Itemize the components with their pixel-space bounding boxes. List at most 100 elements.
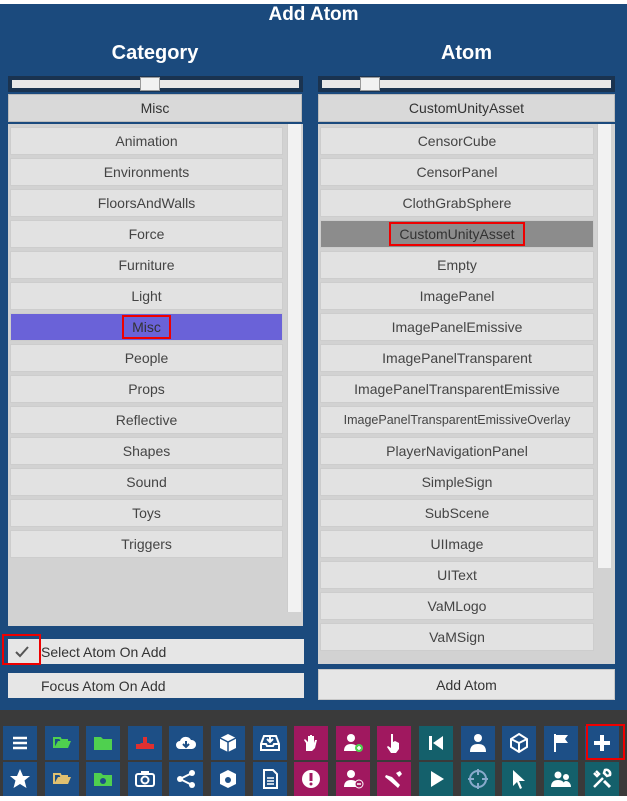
skip-back-icon[interactable] xyxy=(419,726,453,760)
save-scene-icon[interactable] xyxy=(127,726,162,760)
atom-item-label: ImagePanelTransparentEmissive xyxy=(354,381,560,397)
atom-item[interactable]: CensorCube xyxy=(320,127,594,155)
package-settings-icon[interactable] xyxy=(211,762,245,796)
flag-icon[interactable] xyxy=(543,726,578,760)
highlight-checkbox xyxy=(2,634,41,665)
checkbox[interactable] xyxy=(8,673,36,698)
inbox-icon[interactable] xyxy=(252,726,287,760)
category-item-label: FloorsAndWalls xyxy=(97,195,196,211)
category-item[interactable]: Furniture xyxy=(10,251,283,279)
category-item[interactable]: FloorsAndWalls xyxy=(10,189,283,217)
atom-item-label: ImagePanelTransparent xyxy=(382,350,532,366)
toolbar-row-2 xyxy=(0,762,627,801)
category-selected-field[interactable]: Misc xyxy=(8,94,302,122)
atom-item-label: UIText xyxy=(437,567,477,583)
atom-scrollbar[interactable] xyxy=(597,124,611,568)
atom-item[interactable]: ImagePanelTransparentEmissive xyxy=(320,375,594,403)
atom-item-label: ImagePanelTransparentEmissiveOverlay xyxy=(343,413,571,427)
package-icon[interactable] xyxy=(211,726,245,760)
person-icon[interactable] xyxy=(460,726,495,760)
atom-item[interactable]: VaMLogo xyxy=(320,592,594,620)
remove-person-icon[interactable] xyxy=(335,762,370,796)
category-item-label: Force xyxy=(128,226,165,242)
atom-item[interactable]: ClothGrabSphere xyxy=(320,189,594,217)
atom-item-label: CensorCube xyxy=(417,133,497,149)
alert-icon[interactable] xyxy=(294,762,329,796)
category-item[interactable]: People xyxy=(10,344,283,372)
dialog-title: Add Atom xyxy=(268,4,359,25)
cloud-download-icon[interactable] xyxy=(169,726,204,760)
atom-selected-field[interactable]: CustomUnityAsset xyxy=(318,94,615,122)
unity-icon[interactable] xyxy=(502,726,537,760)
category-item[interactable]: Shapes xyxy=(10,437,283,465)
atom-item[interactable]: ImagePanelTransparent xyxy=(320,344,594,372)
slider-knob[interactable] xyxy=(360,77,380,91)
category-item[interactable]: Force xyxy=(10,220,283,248)
category-scrollbar[interactable] xyxy=(287,124,301,612)
menu-icon[interactable] xyxy=(3,726,37,760)
focus-atom-on-add-label: Focus Atom On Add xyxy=(41,677,166,694)
category-item-label: Environments xyxy=(103,164,190,180)
focus-atom-on-add-toggle[interactable]: Focus Atom On Add xyxy=(8,673,304,698)
hand-icon[interactable] xyxy=(294,726,329,760)
atom-item[interactable]: Empty xyxy=(320,251,594,279)
category-item[interactable]: Misc xyxy=(10,313,283,341)
atom-item[interactable]: ImagePanelEmissive xyxy=(320,313,594,341)
category-header: Category xyxy=(111,42,199,64)
atom-item-label: ImagePanelEmissive xyxy=(391,319,523,335)
camera-icon[interactable] xyxy=(127,762,162,796)
atom-item[interactable]: UIText xyxy=(320,561,594,589)
folder-icon[interactable] xyxy=(86,726,121,760)
category-item[interactable]: Triggers xyxy=(10,530,283,558)
atom-item[interactable]: PlayerNavigationPanel xyxy=(320,437,594,465)
atom-filter-slider[interactable] xyxy=(318,76,615,92)
category-item-label: Props xyxy=(128,381,165,397)
add-person-icon[interactable] xyxy=(335,726,370,760)
atom-item-label: SubScene xyxy=(424,505,490,521)
cursor-icon[interactable] xyxy=(502,762,537,796)
star-icon[interactable] xyxy=(3,762,37,796)
people-icon[interactable] xyxy=(543,762,578,796)
open-scene-icon[interactable] xyxy=(44,726,79,760)
atom-list: CensorCube CensorPanel ClothGrabSphere Cust… xyxy=(318,124,615,664)
atom-item[interactable]: UIImage xyxy=(320,530,594,558)
atom-item-label: PlayerNavigationPanel xyxy=(386,443,528,459)
atom-item-label: ImagePanel xyxy=(419,288,495,304)
pointer-hand-icon[interactable] xyxy=(377,726,412,760)
play-icon[interactable] xyxy=(419,762,453,796)
slider-knob[interactable] xyxy=(140,77,160,91)
grab-icon[interactable] xyxy=(377,762,412,796)
category-item[interactable]: Toys xyxy=(10,499,283,527)
atom-item-label: SimpleSign xyxy=(421,474,493,490)
folder-settings-icon[interactable] xyxy=(86,762,121,796)
select-atom-on-add-toggle[interactable]: Select Atom On Add xyxy=(8,639,304,664)
category-item[interactable]: Light xyxy=(10,282,283,310)
tools-icon[interactable] xyxy=(585,762,620,796)
highlight-add-atom-icon xyxy=(586,724,625,760)
atom-item[interactable]: SimpleSign xyxy=(320,468,594,496)
atom-item[interactable]: ImagePanelTransparentEmissiveOverlay xyxy=(320,406,594,434)
atom-item-label: VaMLogo xyxy=(427,598,487,614)
atom-item[interactable]: ImagePanel xyxy=(320,282,594,310)
share-icon[interactable] xyxy=(169,762,204,796)
document-icon[interactable] xyxy=(252,762,287,796)
atom-item[interactable]: CensorPanel xyxy=(320,158,594,186)
atom-item[interactable]: SubScene xyxy=(320,499,594,527)
category-item-label: Reflective xyxy=(115,412,178,428)
category-item[interactable]: Animation xyxy=(10,127,283,155)
atom-item[interactable]: CustomUnityAsset xyxy=(320,220,594,248)
atom-item[interactable]: VaMSign xyxy=(320,623,594,651)
category-item[interactable]: Environments xyxy=(10,158,283,186)
category-filter-slider[interactable] xyxy=(8,76,303,92)
category-item[interactable]: Sound xyxy=(10,468,283,496)
save-icon[interactable] xyxy=(44,762,79,796)
atom-item-label: ClothGrabSphere xyxy=(402,195,512,211)
atom-item-label: Empty xyxy=(437,257,477,273)
add-atom-button[interactable]: Add Atom xyxy=(318,669,615,700)
main-toolbar xyxy=(0,710,627,796)
target-icon[interactable] xyxy=(460,762,495,796)
category-item-label: People xyxy=(124,350,169,366)
atom-item-label: CustomUnityAsset xyxy=(389,222,525,246)
category-item[interactable]: Reflective xyxy=(10,406,283,434)
category-item[interactable]: Props xyxy=(10,375,283,403)
